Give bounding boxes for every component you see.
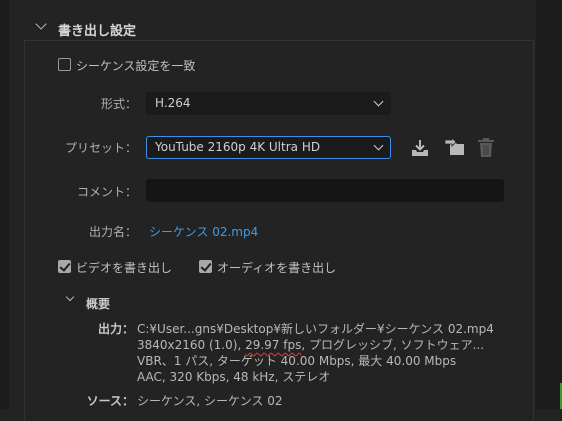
format-select[interactable]: H.264 (146, 92, 391, 115)
folder-import-icon[interactable] (444, 137, 466, 157)
export-audio-label: オーディオを書き出し (217, 261, 337, 275)
output-name-label: 出力名： (88, 225, 137, 239)
chevron-down-icon (373, 96, 384, 107)
summary-output-fps: 29.97 fps (245, 338, 302, 352)
summary-output-bitrate: VBR、1 パス, ターゲット 40.00 Mbps, 最大 40.00 Mbp… (137, 354, 457, 368)
preset-value: YouTube 2160p 4K Ultra HD (155, 140, 321, 154)
export-video-label: ビデオを書き出し (76, 261, 173, 275)
export-audio-checkbox[interactable] (199, 260, 212, 273)
comment-input[interactable] (146, 179, 504, 202)
left-edge (0, 0, 9, 409)
export-video-checkbox[interactable] (58, 260, 71, 273)
section-collapse-chevron-icon[interactable] (35, 18, 47, 30)
summary-output-audio: AAC, 320 Kbps, 48 kHz, ステレオ (137, 370, 331, 384)
summary-output-res: 3840x2160 (1.0), (137, 338, 246, 352)
section-title: 書き出し設定 (58, 24, 137, 39)
trash-icon[interactable] (477, 137, 495, 158)
preset-label: プリセット： (64, 141, 137, 155)
match-sequence-label: シーケンス設定を一致 (76, 59, 196, 73)
summary-output-format: 3840x2160 (1.0), 29.97 fps, プログレッシブ, ソフト… (137, 336, 484, 353)
download-tray-icon[interactable] (410, 138, 430, 158)
preset-select[interactable]: YouTube 2160p 4K Ultra HD (146, 136, 391, 159)
match-sequence-checkbox[interactable] (58, 58, 71, 71)
summary-source-label: ソース： (86, 394, 134, 408)
format-value: H.264 (155, 96, 191, 110)
output-name-link[interactable]: シーケンス 02.mp4 (149, 223, 258, 240)
summary-title: 概要 (86, 297, 111, 311)
format-label: 形式： (100, 97, 137, 111)
summary-output-rest: , プログレッシブ, ソフトウェア... (301, 338, 485, 352)
comment-label: コメント： (76, 185, 137, 199)
summary-output-path: C:¥User...gns¥Desktop¥新しいフォルダー¥シーケンス 02.… (137, 322, 494, 336)
summary-output-label: 出力： (97, 322, 134, 336)
chevron-down-icon (373, 140, 384, 151)
summary-source-value: シーケンス, シーケンス 02 (137, 394, 283, 408)
right-edge (536, 0, 562, 409)
